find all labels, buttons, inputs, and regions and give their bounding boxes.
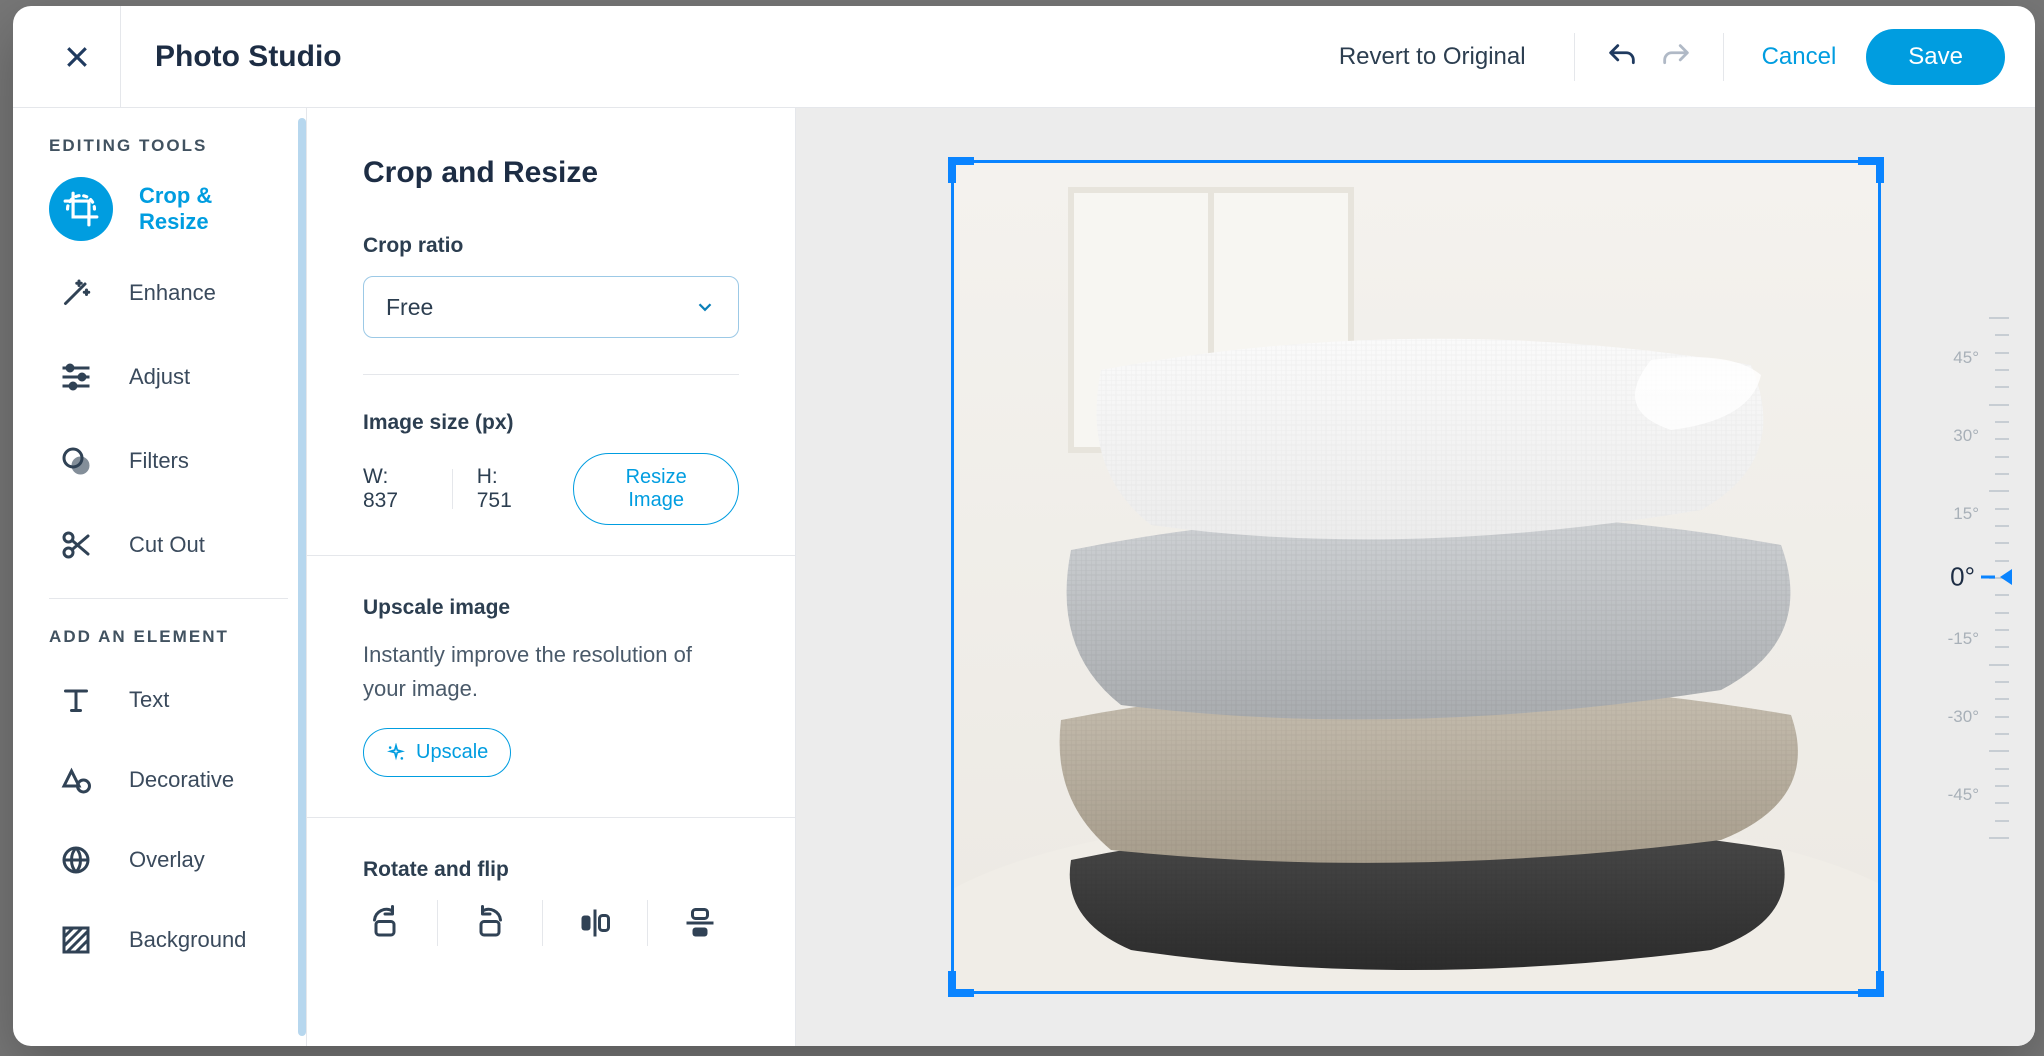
separator bbox=[647, 900, 648, 946]
ruler-label: -45° bbox=[1948, 785, 1979, 805]
separator bbox=[452, 469, 453, 509]
sidebar: EDITING TOOLS Crop & Resize Enhance bbox=[13, 108, 298, 1046]
save-button[interactable]: Save bbox=[1866, 29, 2005, 85]
globe-icon bbox=[49, 833, 103, 887]
element-text[interactable]: Text bbox=[49, 669, 288, 731]
divider bbox=[363, 374, 739, 375]
element-label: Background bbox=[129, 927, 246, 953]
ruler-label: -30° bbox=[1948, 707, 1979, 727]
ruler-label: 45° bbox=[1953, 348, 1979, 368]
crop-handle-top-right[interactable] bbox=[1858, 157, 1884, 183]
panel-title: Crop and Resize bbox=[363, 156, 739, 190]
canvas-area[interactable]: 45° 30° 15° -15° -30° -45° 0° bbox=[796, 108, 2035, 1046]
undo-icon bbox=[1605, 40, 1639, 74]
crop-icon bbox=[49, 177, 113, 241]
image-size-label: Image size (px) bbox=[363, 411, 739, 435]
ruler-label: -15° bbox=[1948, 629, 1979, 649]
add-element-heading: ADD AN ELEMENT bbox=[49, 627, 288, 647]
crop-handle-bottom-left[interactable] bbox=[948, 971, 974, 997]
tool-label: Enhance bbox=[129, 280, 216, 306]
element-background[interactable]: Background bbox=[49, 909, 288, 971]
redo-button bbox=[1649, 30, 1703, 84]
text-icon bbox=[49, 673, 103, 727]
rotate-right-icon bbox=[367, 905, 403, 941]
redo-icon bbox=[1659, 40, 1693, 74]
tool-label: Adjust bbox=[129, 364, 190, 390]
separator bbox=[437, 900, 438, 946]
crop-frame[interactable] bbox=[951, 160, 1881, 994]
tool-cutout[interactable]: Cut Out bbox=[49, 514, 288, 576]
element-label: Overlay bbox=[129, 847, 205, 873]
crop-handle-bottom-right[interactable] bbox=[1858, 971, 1884, 997]
rotation-indicator-icon bbox=[2000, 569, 2012, 585]
crop-ratio-label: Crop ratio bbox=[363, 234, 739, 258]
upscale-button[interactable]: Upscale bbox=[363, 728, 511, 777]
element-label: Decorative bbox=[129, 767, 234, 793]
flip-horizontal-button[interactable] bbox=[573, 901, 617, 945]
rotation-center-dash bbox=[1981, 576, 1995, 579]
rotate-left-icon bbox=[472, 905, 508, 941]
tool-adjust[interactable]: Adjust bbox=[49, 346, 288, 408]
rotation-current: 0° bbox=[1950, 562, 1975, 593]
rotation-ruler[interactable]: 45° 30° 15° -15° -30° -45° 0° bbox=[1907, 317, 2017, 837]
revert-to-original[interactable]: Revert to Original bbox=[1339, 43, 1526, 71]
close-button[interactable] bbox=[33, 6, 121, 107]
element-overlay[interactable]: Overlay bbox=[49, 829, 288, 891]
wand-icon bbox=[49, 266, 103, 320]
header-bar: Photo Studio Revert to Original Cancel S… bbox=[13, 6, 2035, 108]
divider bbox=[49, 598, 288, 599]
ruler-label: 30° bbox=[1953, 426, 1979, 446]
resize-image-button[interactable]: Resize Image bbox=[573, 453, 739, 525]
circles-icon bbox=[49, 434, 103, 488]
image-canvas[interactable] bbox=[951, 160, 1881, 994]
tool-crop-resize[interactable]: Crop & Resize bbox=[49, 178, 288, 240]
editing-tools-heading: EDITING TOOLS bbox=[49, 136, 288, 156]
separator bbox=[542, 900, 543, 946]
app-title: Photo Studio bbox=[155, 40, 342, 74]
separator bbox=[1574, 33, 1575, 81]
sidebar-scrollbar[interactable] bbox=[298, 118, 306, 1036]
shapes-icon bbox=[49, 753, 103, 807]
scissors-icon bbox=[49, 518, 103, 572]
rotate-right-button[interactable] bbox=[363, 901, 407, 945]
undo-button[interactable] bbox=[1595, 30, 1649, 84]
rotate-flip-title: Rotate and flip bbox=[363, 858, 739, 882]
sliders-icon bbox=[49, 350, 103, 404]
close-icon bbox=[62, 42, 92, 72]
width-value: W: 837 bbox=[363, 465, 428, 513]
tool-enhance[interactable]: Enhance bbox=[49, 262, 288, 324]
crop-handle-top-left[interactable] bbox=[948, 157, 974, 183]
element-decorative[interactable]: Decorative bbox=[49, 749, 288, 811]
element-label: Text bbox=[129, 687, 169, 713]
tool-label: Filters bbox=[129, 448, 189, 474]
properties-panel: Crop and Resize Crop ratio Free Image si… bbox=[306, 108, 796, 1046]
tool-label: Cut Out bbox=[129, 532, 205, 558]
separator bbox=[1723, 33, 1724, 81]
flip-vertical-icon bbox=[682, 905, 718, 941]
hatch-icon bbox=[49, 913, 103, 967]
chevron-down-icon bbox=[694, 296, 716, 318]
tool-label: Crop & Resize bbox=[139, 183, 288, 235]
rotate-left-button[interactable] bbox=[468, 901, 512, 945]
ruler-label: 15° bbox=[1953, 504, 1979, 524]
upscale-description: Instantly improve the resolution of your… bbox=[363, 638, 739, 706]
flip-horizontal-icon bbox=[577, 905, 613, 941]
height-value: H: 751 bbox=[477, 465, 538, 513]
cancel-button[interactable]: Cancel bbox=[1762, 43, 1837, 71]
upscale-title: Upscale image bbox=[363, 596, 739, 620]
sparkle-icon bbox=[386, 743, 406, 763]
photo-studio-modal: Photo Studio Revert to Original Cancel S… bbox=[13, 6, 2035, 1046]
flip-vertical-button[interactable] bbox=[678, 901, 722, 945]
crop-ratio-select[interactable]: Free bbox=[363, 276, 739, 338]
crop-ratio-value: Free bbox=[386, 294, 433, 321]
tool-filters[interactable]: Filters bbox=[49, 430, 288, 492]
